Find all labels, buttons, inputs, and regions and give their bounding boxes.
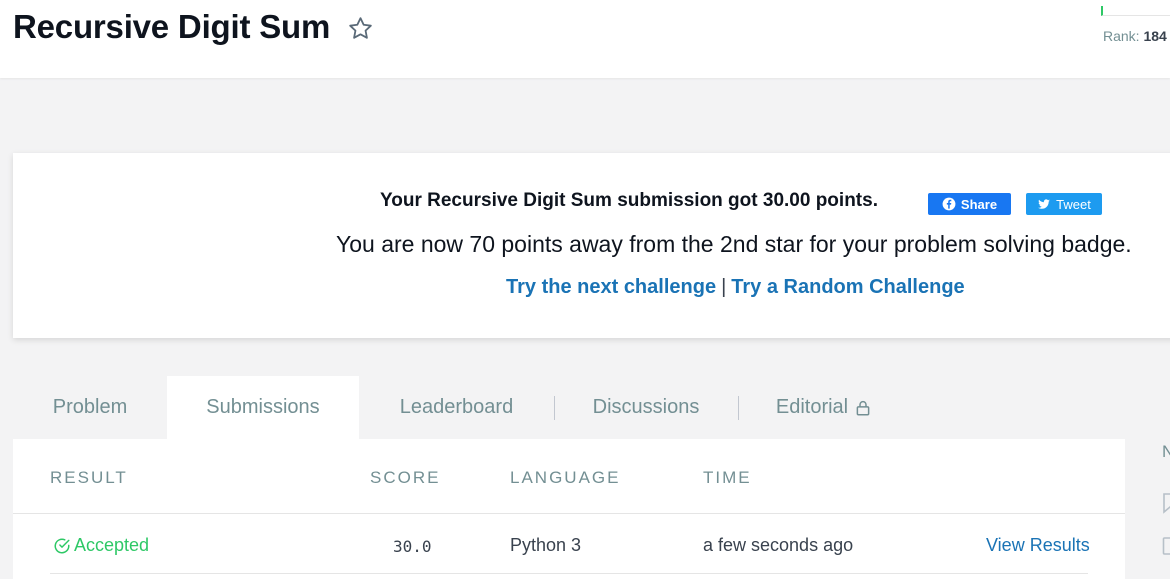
link-separator: | [721, 276, 726, 298]
check-circle-icon [53, 537, 71, 555]
bookmark-icon[interactable] [1162, 492, 1170, 514]
share-label: Share [961, 197, 997, 212]
document-icon[interactable] [1162, 536, 1170, 556]
lock-icon [854, 399, 872, 417]
badge-progress-message: You are now 70 points away from the 2nd … [336, 231, 1132, 258]
tab-problem[interactable]: Problem [13, 376, 167, 439]
tab-submissions-label: Submissions [206, 396, 319, 419]
rank-display: Rank: 184 [1103, 28, 1167, 44]
tab-discussions[interactable]: Discussions [555, 376, 737, 439]
tweet-label: Tweet [1056, 197, 1091, 212]
tab-leaderboard-label: Leaderboard [400, 396, 513, 419]
result-label: Accepted [74, 535, 149, 556]
challenge-header: Recursive Digit Sum Rank: 184 [0, 0, 1170, 78]
submission-message: Your Recursive Digit Sum submission got … [380, 190, 878, 212]
next-challenge-link[interactable]: Try the next challenge [506, 276, 716, 298]
view-results-link[interactable]: View Results [986, 535, 1090, 556]
rank-value: 184 [1143, 28, 1166, 44]
tweet-button[interactable]: Tweet [1026, 193, 1102, 215]
header-divider [13, 513, 1125, 514]
sidebar-heading: N [1162, 442, 1170, 462]
rank-progress [1101, 6, 1170, 16]
tab-editorial-label: Editorial [776, 396, 848, 419]
page-title: Recursive Digit Sum [13, 8, 330, 46]
rank-label: Rank: [1103, 28, 1140, 44]
random-challenge-link[interactable]: Try a Random Challenge [731, 276, 964, 298]
column-header-language: LANGUAGE [510, 468, 620, 488]
facebook-share-button[interactable]: Share [928, 193, 1011, 215]
tab-discussions-label: Discussions [593, 396, 700, 419]
row-divider [50, 573, 1088, 574]
time-value: a few seconds ago [703, 535, 853, 556]
facebook-icon [942, 197, 956, 211]
star-icon[interactable] [347, 15, 374, 42]
column-header-score: SCORE [370, 468, 440, 488]
challenge-tabs: Problem Submissions Leaderboard Discussi… [13, 376, 1125, 439]
tab-leaderboard[interactable]: Leaderboard [359, 376, 554, 439]
score-value: 30.0 [393, 537, 432, 556]
twitter-icon [1037, 197, 1051, 211]
submission-banner: Your Recursive Digit Sum submission got … [13, 153, 1170, 338]
language-value: Python 3 [510, 535, 581, 556]
tab-editorial[interactable]: Editorial [739, 376, 909, 439]
result-status: Accepted [53, 535, 149, 556]
challenge-links: Try the next challenge|Try a Random Chal… [506, 276, 965, 299]
tab-problem-label: Problem [53, 396, 127, 419]
tab-submissions[interactable]: Submissions [167, 376, 359, 439]
column-header-result: RESULT [50, 468, 128, 488]
submissions-table: RESULT SCORE LANGUAGE TIME Accepted 30.0… [13, 439, 1125, 579]
column-header-time: TIME [703, 468, 752, 488]
